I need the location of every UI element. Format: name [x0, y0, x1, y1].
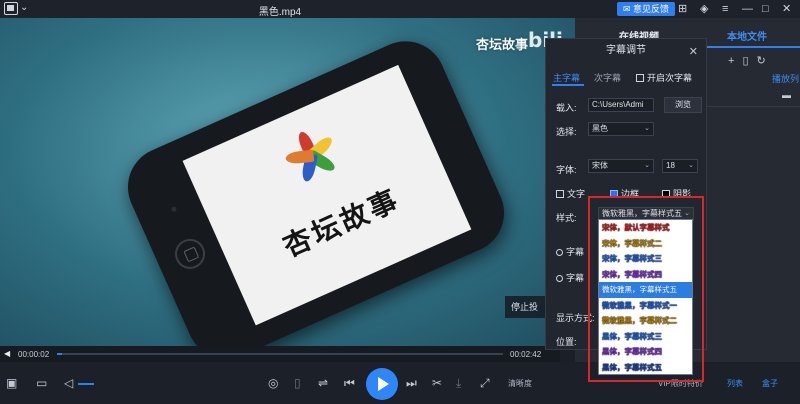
chevron-down-icon: ⌄: [644, 162, 650, 169]
close-icon[interactable]: ✕: [689, 45, 698, 58]
feedback-button[interactable]: ✉ 意见反馈: [617, 2, 676, 16]
font-select[interactable]: 宋体 ⌄: [588, 159, 654, 173]
subtitle-radio-2[interactable]: 字幕: [556, 271, 584, 284]
subtitle-radio-1[interactable]: 字幕: [556, 245, 584, 258]
grid-icon[interactable]: ⊞: [678, 2, 687, 16]
brand-text: 杏坛故事: [278, 182, 405, 264]
phone-image: 杏坛故事: [115, 28, 517, 346]
volume-slider[interactable]: [78, 383, 94, 385]
menu-icon[interactable]: ≡: [722, 2, 728, 16]
progress-row: ◀ 00:00:02 00:02:42: [0, 346, 560, 362]
panel-divider: [706, 106, 800, 107]
active-tab-indicator: [701, 46, 800, 48]
feedback-label: 意见反馈: [633, 4, 670, 14]
dialog-tab-indicator: [552, 84, 584, 86]
enable-secondary-checkbox[interactable]: 开启次字幕: [636, 71, 692, 84]
font-size-select[interactable]: 18 ⌄: [662, 159, 698, 173]
add-icon[interactable]: +: [728, 55, 742, 67]
highlight-frame: [588, 196, 704, 382]
file-icon[interactable]: ▯: [742, 55, 756, 67]
dialog-title: 字幕调节: [606, 45, 646, 56]
load-path-input[interactable]: C:\Users\Admi: [588, 98, 654, 112]
font-size-value: 18: [666, 161, 675, 170]
playlist-label[interactable]: 播放列: [772, 72, 799, 85]
play-small-icon[interactable]: ◀: [4, 349, 10, 358]
minimize-icon[interactable]: —: [742, 2, 753, 16]
phone-speaker: [170, 205, 178, 213]
playlist-toolbar: +▯↻: [728, 54, 774, 67]
play-button[interactable]: [366, 368, 398, 400]
toolbox-icon[interactable]: ▣: [6, 376, 17, 390]
enable-secondary-label: 开启次字幕: [647, 73, 693, 83]
load-label: 载入:: [556, 103, 577, 113]
text-label: 文字: [567, 189, 586, 199]
phone-screen: 杏坛故事: [182, 64, 472, 326]
text-checkbox[interactable]: 文字: [556, 187, 585, 200]
player-window: ⌄ 黑色.mp4 ✉ 意见反馈 ⊞ ◈ ≡ — □ ✕ 杏坛故事 杏坛故事 停止…: [0, 0, 800, 404]
cube-icon[interactable]: ◈: [700, 2, 708, 16]
close-icon[interactable]: ✕: [782, 2, 791, 16]
subtitle-toggle-icon[interactable]: ▯: [294, 376, 301, 390]
download-icon[interactable]: ⤓: [456, 376, 461, 390]
volume-icon[interactable]: ◁: [64, 376, 73, 390]
box-button[interactable]: 盒子: [762, 378, 778, 389]
window-title: 黑色.mp4: [258, 7, 302, 18]
radio-icon: [556, 249, 563, 256]
watermark-text: 杏坛故事: [476, 37, 529, 52]
mail-icon: ✉: [623, 4, 634, 14]
position-label: 位置:: [556, 337, 577, 347]
tab-secondary-subtitle[interactable]: 次字幕: [594, 71, 621, 84]
phone-home-button: [170, 234, 210, 274]
seek-bar[interactable]: [57, 353, 503, 355]
checkbox-icon: [636, 74, 644, 82]
select-label: 选择:: [556, 127, 577, 137]
quality-button[interactable]: 清晰度: [508, 378, 532, 389]
radio-icon: [556, 275, 563, 282]
equalizer-icon[interactable]: ⇌: [318, 376, 328, 390]
open-folder-icon[interactable]: ▭: [36, 376, 47, 390]
tab-main-subtitle[interactable]: 主字幕: [553, 71, 580, 84]
video-area[interactable]: 杏坛故事 杏坛故事 bili 停止投: [0, 18, 575, 346]
eye-icon[interactable]: ◎: [268, 376, 278, 390]
checkbox-icon: [556, 190, 564, 198]
chevron-down-icon: ⌄: [688, 162, 694, 169]
folder-icon[interactable]: ▬: [782, 90, 791, 100]
cut-icon[interactable]: ✂: [432, 376, 442, 390]
seek-bar-fill: [57, 353, 63, 355]
current-time: 00:00:02: [18, 350, 50, 359]
total-time: 00:02:42: [510, 350, 542, 359]
next-icon[interactable]: ⏭: [406, 376, 417, 390]
flower-logo-icon: [272, 116, 351, 195]
title-bar: ⌄ 黑色.mp4 ✉ 意见反馈 ⊞ ◈ ≡ — □ ✕: [0, 0, 800, 18]
radio-2-label: 字幕: [566, 273, 585, 283]
fullscreen-icon[interactable]: ⤢: [480, 376, 490, 390]
radio-1-label: 字幕: [566, 247, 585, 257]
maximize-icon[interactable]: □: [762, 2, 769, 16]
font-label: 字体:: [556, 165, 577, 175]
tab-local-files[interactable]: 本地文件: [727, 28, 767, 43]
browse-button[interactable]: 浏览: [664, 97, 702, 113]
chevron-down-icon: ⌄: [644, 125, 650, 132]
subtitle-select[interactable]: 黑色 ⌄: [588, 122, 654, 136]
font-value: 宋体: [592, 161, 608, 170]
style-label: 样式:: [556, 213, 577, 223]
previous-icon[interactable]: ⏮: [344, 376, 355, 390]
select-value: 黑色: [592, 124, 608, 133]
loop-icon[interactable]: ↻: [757, 55, 774, 67]
list-button[interactable]: 列表: [727, 378, 743, 389]
